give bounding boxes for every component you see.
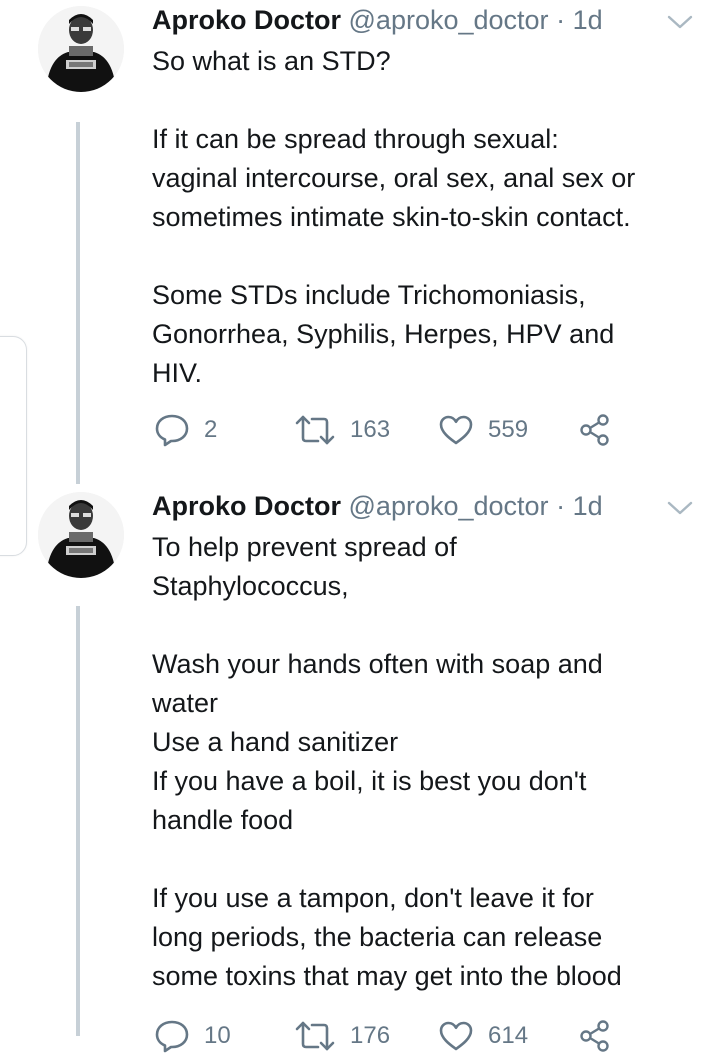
avatar[interactable] <box>38 6 124 92</box>
retweet-count: 176 <box>350 1022 391 1049</box>
share-icon <box>580 1020 609 1052</box>
reply-button[interactable]: 2 <box>154 410 217 450</box>
author-name[interactable]: Aproko Doctor <box>152 5 341 35</box>
tweet-text-line: HIV. <box>152 358 203 388</box>
heart-icon <box>439 415 473 445</box>
share-button[interactable] <box>578 1016 612 1056</box>
reply-button[interactable]: 10 <box>154 1016 231 1056</box>
retweet-count: 163 <box>350 416 391 443</box>
tweet-text-line <box>152 606 697 645</box>
tweet-text-line: To help prevent spread of <box>152 532 457 562</box>
tweet-text-line: Wash your hands often with soap and <box>152 649 603 679</box>
timestamp[interactable]: 1d <box>573 5 603 35</box>
avatar[interactable] <box>38 492 124 578</box>
tweet-text-line: some toxins that may get into the blood <box>152 961 622 991</box>
tweet-text-line: vaginal intercourse, oral sex, anal sex … <box>152 163 636 193</box>
tweet-actions: 10 176 614 <box>154 1016 634 1056</box>
chevron-down-icon[interactable] <box>666 12 694 32</box>
tweet-text-line: If it can be spread through sexual: <box>152 124 559 154</box>
tweet-text-line: water <box>152 688 219 718</box>
share-icon <box>580 414 609 446</box>
author-handle[interactable]: @aproko_doctor <box>349 491 549 521</box>
tweet-text-line <box>152 81 697 120</box>
tweet-text-line <box>152 237 697 276</box>
like-count: 559 <box>488 416 529 443</box>
separator-dot: · <box>556 491 566 521</box>
tweet-text-line: Staphylococcus, <box>152 571 349 601</box>
heart-icon <box>439 1021 473 1051</box>
tweet-header: Aproko Doctor @aproko_doctor · 1d <box>152 2 603 38</box>
chevron-down-icon[interactable] <box>666 498 694 518</box>
timestamp[interactable]: 1d <box>573 491 603 521</box>
retweet-button[interactable]: 163 <box>294 410 390 450</box>
reply-icon <box>155 1020 189 1053</box>
like-button[interactable]: 614 <box>438 1016 528 1056</box>
tweet-text-line: If you use a tampon, don't leave it for <box>152 883 594 913</box>
author-handle[interactable]: @aproko_doctor <box>349 5 549 35</box>
tweet-text-line: sometimes intimate skin-to-skin contact. <box>152 202 631 232</box>
tweet-text-line: Use a hand sanitizer <box>152 727 399 757</box>
tweet-text-line: Gonorrhea, Syphilis, Herpes, HPV and <box>152 319 615 349</box>
tweet-text: So what is an STD? If it can be spread t… <box>152 42 697 393</box>
reply-icon <box>155 414 189 447</box>
tweet-text-line <box>152 840 697 879</box>
like-button[interactable]: 559 <box>438 410 528 450</box>
tweet-text-line: Some STDs include Trichomoniasis, <box>152 280 586 310</box>
retweet-button[interactable]: 176 <box>294 1016 390 1056</box>
share-button[interactable] <box>578 410 612 450</box>
tweet-text-line: If you have a boil, it is best you don't <box>152 766 587 796</box>
reply-count: 2 <box>204 416 218 443</box>
like-count: 614 <box>488 1022 529 1049</box>
side-card <box>0 336 27 556</box>
tweet-text-line: handle food <box>152 805 294 835</box>
thread-line-lower <box>76 606 80 1036</box>
tweet-text-line: So what is an STD? <box>152 46 391 76</box>
tweet-actions: 2 163 559 <box>154 410 634 450</box>
tweet-header: Aproko Doctor @aproko_doctor · 1d <box>152 488 603 524</box>
thread-line-upper <box>76 122 80 484</box>
tweet-text-line: long periods, the bacteria can release <box>152 922 603 952</box>
separator-dot: · <box>556 5 566 35</box>
tweet-text: To help prevent spread of Staphylococcus… <box>152 528 697 996</box>
author-name[interactable]: Aproko Doctor <box>152 491 341 521</box>
retweet-icon <box>295 1021 335 1051</box>
reply-count: 10 <box>204 1022 231 1049</box>
retweet-icon <box>295 415 335 445</box>
